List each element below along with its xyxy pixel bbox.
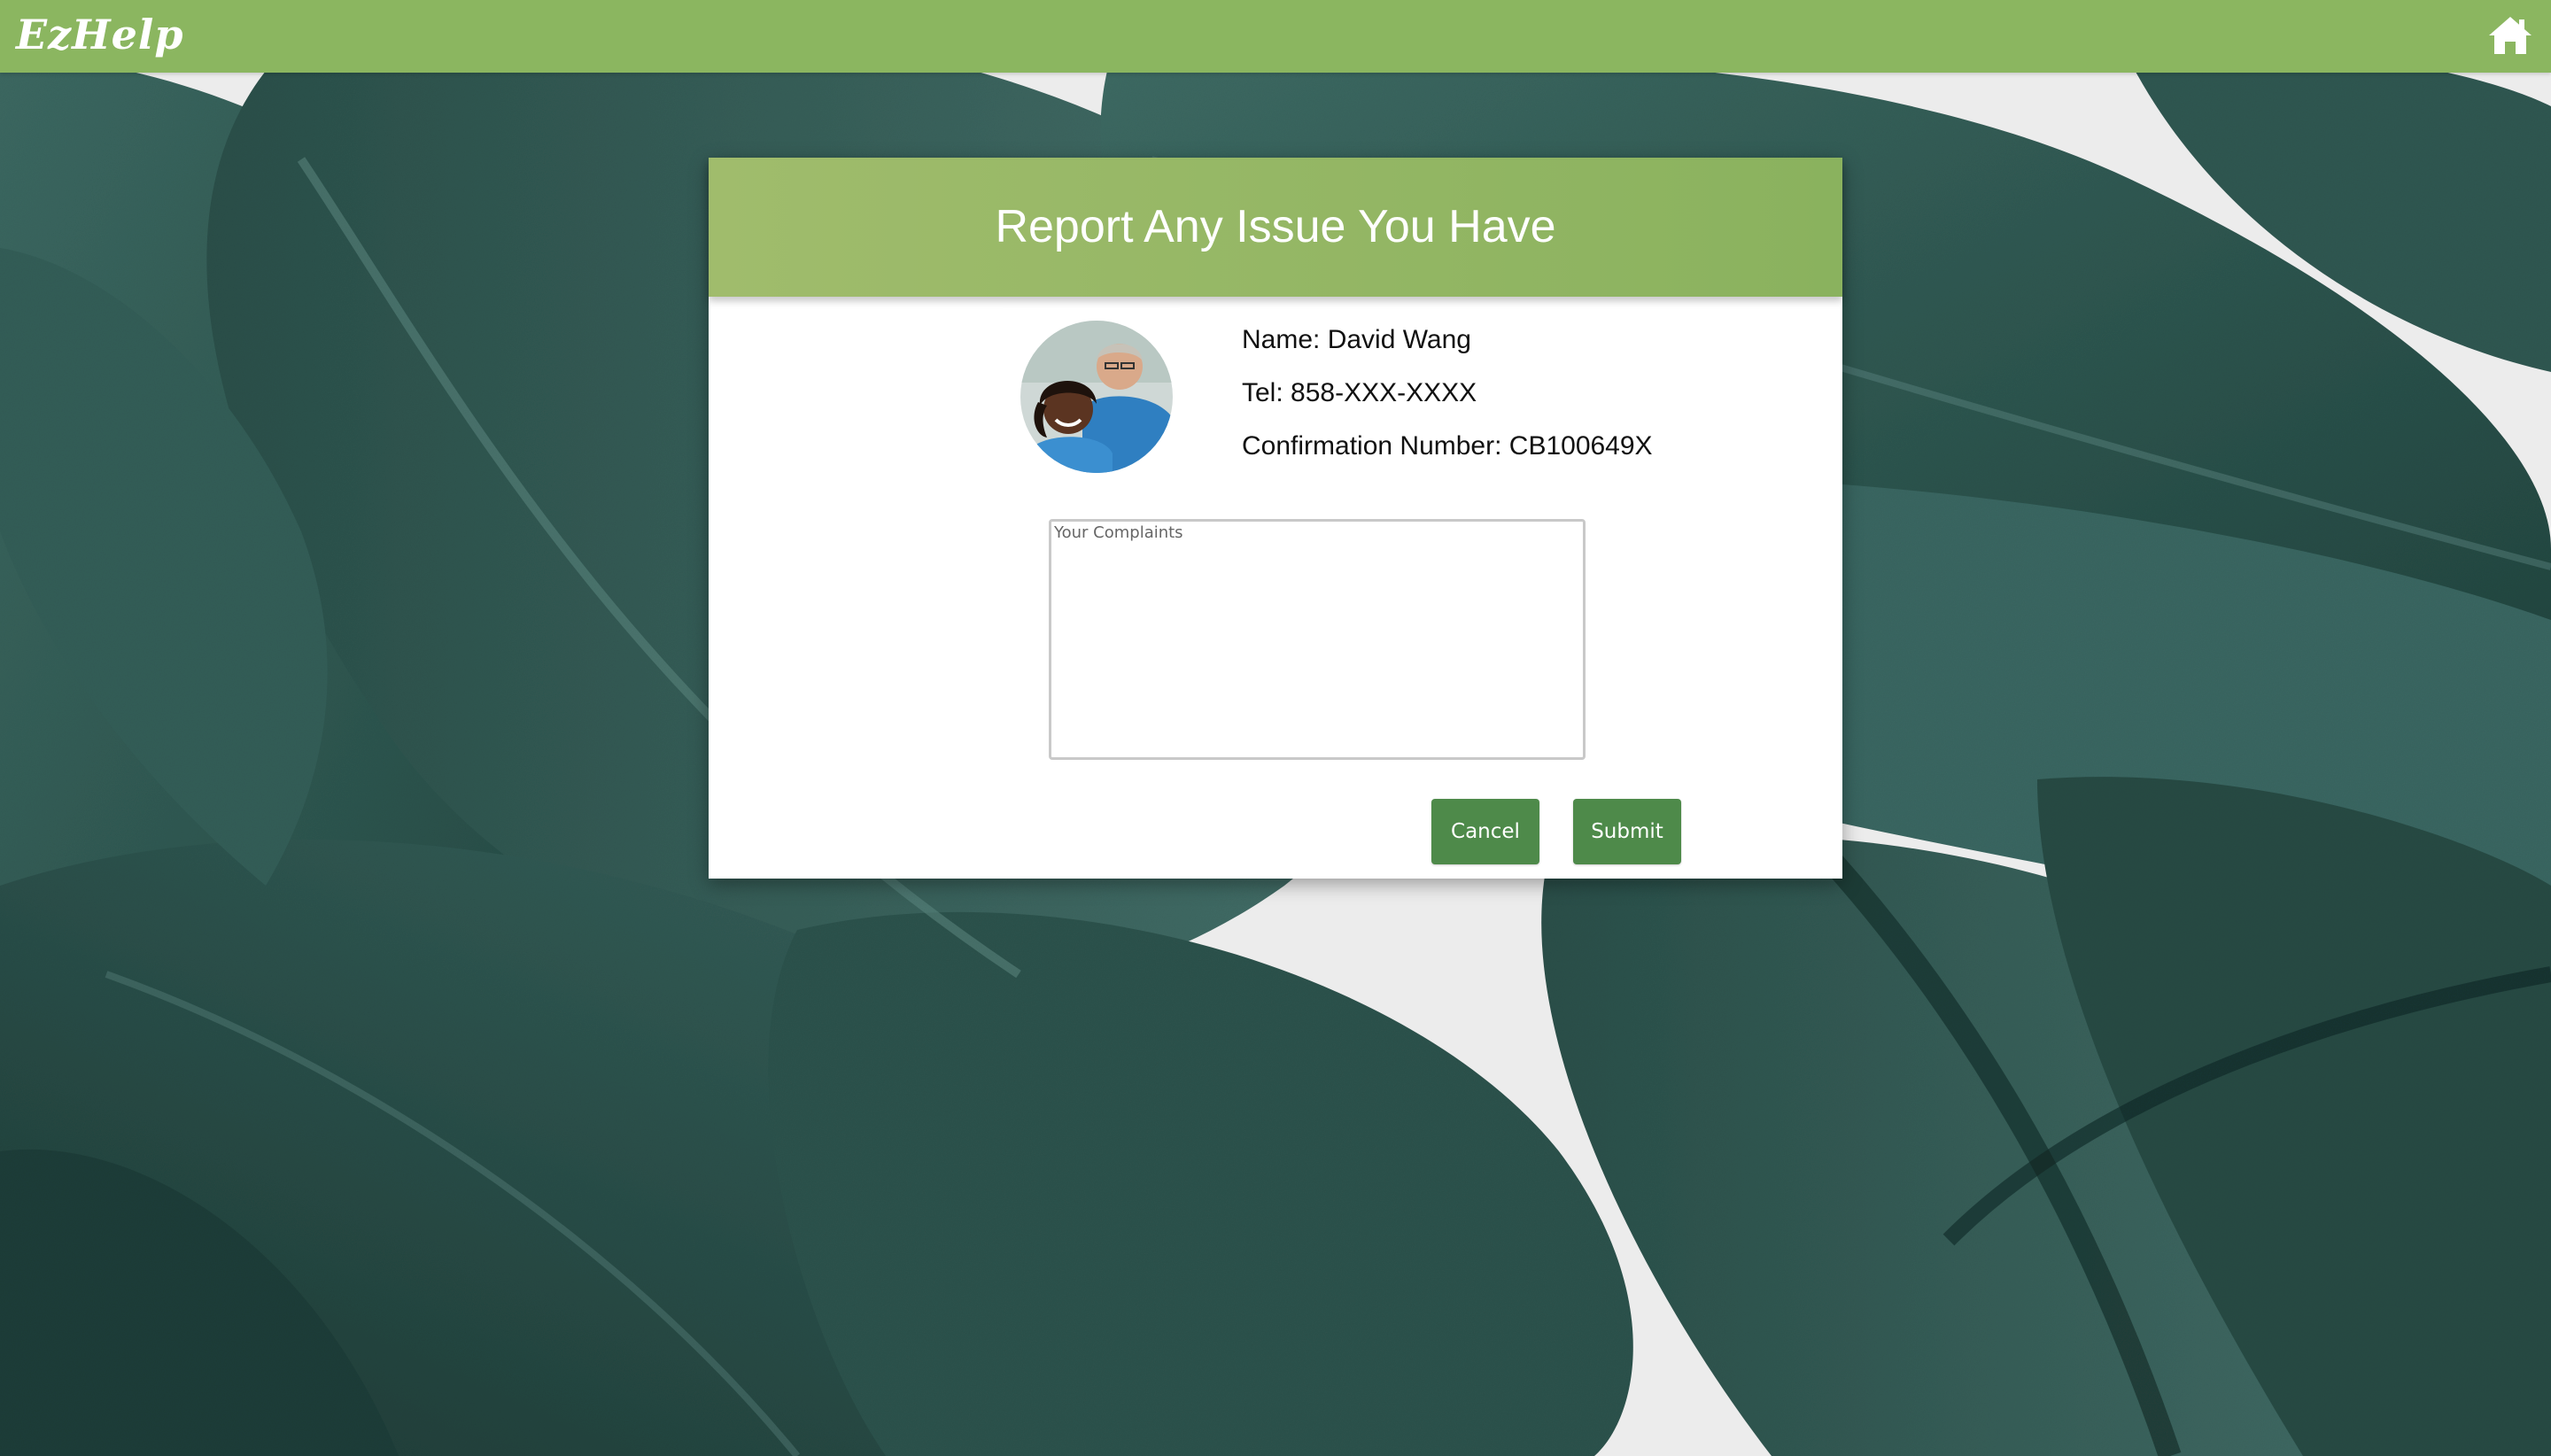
report-issue-dialog: Report Any Issue You Have Name: David Wa… [709,158,1842,879]
submit-button[interactable]: Submit [1573,799,1681,864]
top-navigation-bar: EzHelp [0,0,2551,73]
user-phone: Tel: 858-XXX-XXXX [1242,378,1477,407]
home-icon[interactable] [2487,14,2533,57]
page: EzHelp Report Any Issue You Have Name: D… [0,0,2551,1456]
avatar-frame [1003,308,1180,485]
dialog-header: Report Any Issue You Have [709,158,1842,297]
avatar [1020,321,1173,473]
confirmation-number: Confirmation Number: CB100649X [1242,431,1653,461]
complaints-textarea[interactable] [1049,519,1586,760]
user-name: Name: David Wang [1242,325,1471,354]
app-logo[interactable]: EzHelp [16,11,184,58]
dialog-title: Report Any Issue You Have [995,201,1556,252]
cancel-button[interactable]: Cancel [1431,799,1539,864]
